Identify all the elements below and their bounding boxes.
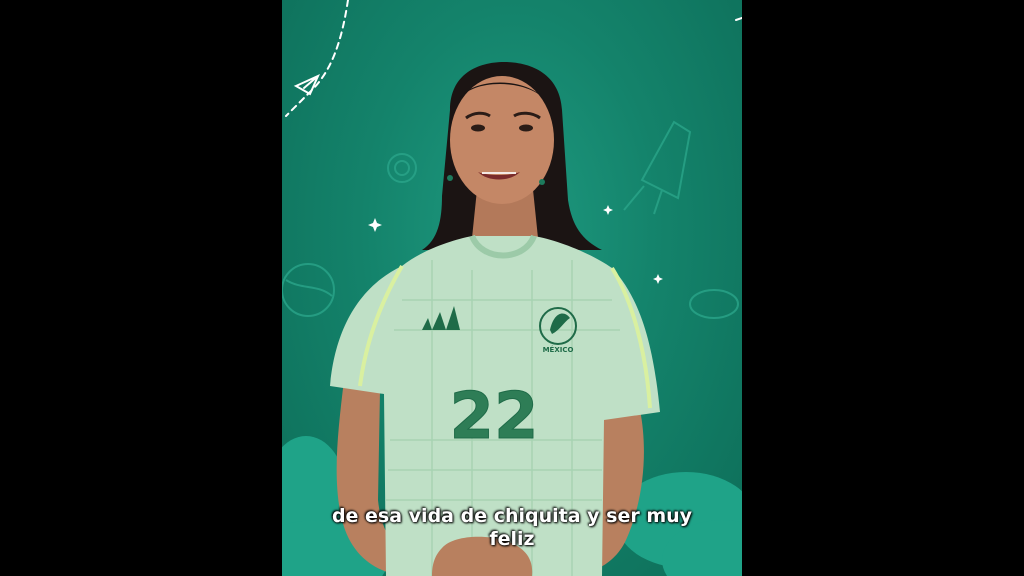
swirl-icon [387,153,417,183]
person: MÉXICO 22 [330,62,660,576]
globe-icon [282,263,335,317]
right-eye [519,124,533,132]
paper-plane-icon [293,74,320,96]
subtitle-line-2: feliz [489,528,535,550]
video-scene: MÉXICO 22 [282,0,742,576]
video-frame[interactable]: MÉXICO 22 [282,0,742,576]
jersey-number: 22 [449,380,538,454]
rocket-icon [623,120,692,215]
cloud-icon [689,289,739,319]
subtitle-caption: de esa vida de chiquita y ser muy feliz [282,505,742,551]
earring-left [447,175,453,181]
face [450,76,554,204]
left-eye [471,124,485,132]
earring-right [539,179,545,185]
dashed-flight-path [285,0,349,117]
subtitle-line-1: de esa vida de chiquita y ser muy [331,505,693,527]
crest-text: MÉXICO [543,345,574,354]
